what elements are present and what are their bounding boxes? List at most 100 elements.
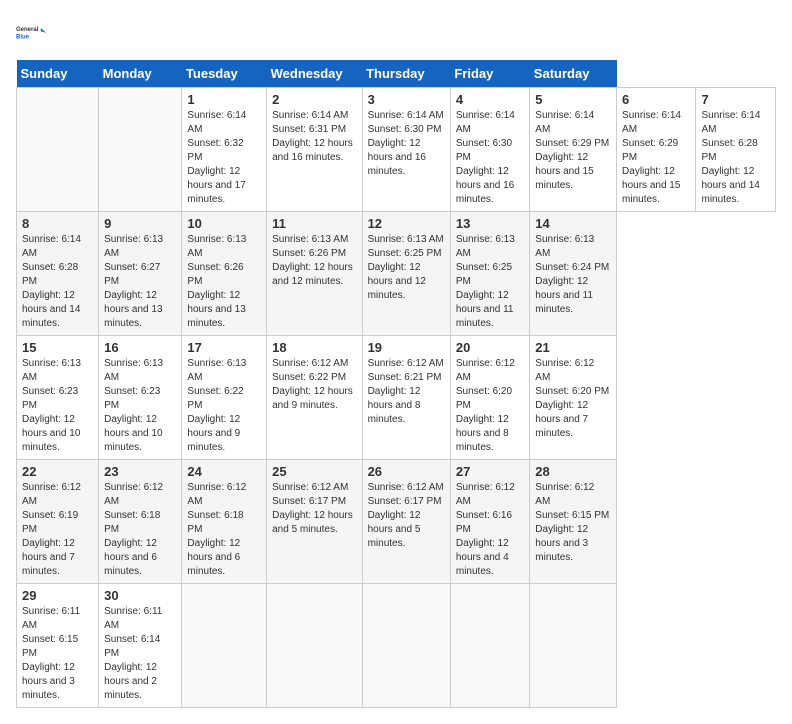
day-info: Sunrise: 6:14 AM Sunset: 6:29 PM Dayligh…: [535, 109, 611, 193]
calendar-cell: [450, 584, 529, 708]
calendar-cell: 26 Sunrise: 6:12 AM Sunset: 6:17 PM Dayl…: [362, 460, 450, 584]
day-info: Sunrise: 6:14 AM Sunset: 6:30 PM Dayligh…: [456, 109, 524, 207]
calendar-cell: 12 Sunrise: 6:13 AM Sunset: 6:25 PM Dayl…: [362, 212, 450, 336]
calendar-cell: [182, 584, 267, 708]
day-info: Sunrise: 6:14 AM Sunset: 6:28 PM Dayligh…: [701, 109, 770, 207]
day-number: 14: [535, 216, 611, 231]
day-info: Sunrise: 6:14 AM Sunset: 6:28 PM Dayligh…: [22, 233, 93, 331]
calendar-cell: 11 Sunrise: 6:13 AM Sunset: 6:26 PM Dayl…: [267, 212, 362, 336]
calendar-cell: 13 Sunrise: 6:13 AM Sunset: 6:25 PM Dayl…: [450, 212, 529, 336]
calendar-cell: 7 Sunrise: 6:14 AM Sunset: 6:28 PM Dayli…: [696, 88, 776, 212]
day-info: Sunrise: 6:12 AM Sunset: 6:15 PM Dayligh…: [535, 481, 611, 565]
day-number: 25: [272, 464, 356, 479]
calendar-cell: 15 Sunrise: 6:13 AM Sunset: 6:23 PM Dayl…: [17, 336, 99, 460]
calendar-cell: 29 Sunrise: 6:11 AM Sunset: 6:15 PM Dayl…: [17, 584, 99, 708]
day-info: Sunrise: 6:12 AM Sunset: 6:21 PM Dayligh…: [368, 357, 445, 427]
day-info: Sunrise: 6:13 AM Sunset: 6:26 PM Dayligh…: [187, 233, 261, 331]
day-info: Sunrise: 6:13 AM Sunset: 6:23 PM Dayligh…: [22, 357, 93, 455]
calendar-week-5: 29 Sunrise: 6:11 AM Sunset: 6:15 PM Dayl…: [17, 584, 776, 708]
day-info: Sunrise: 6:12 AM Sunset: 6:22 PM Dayligh…: [272, 357, 356, 413]
calendar-week-4: 22 Sunrise: 6:12 AM Sunset: 6:19 PM Dayl…: [17, 460, 776, 584]
day-info: Sunrise: 6:11 AM Sunset: 6:14 PM Dayligh…: [104, 605, 176, 703]
calendar-cell: 16 Sunrise: 6:13 AM Sunset: 6:23 PM Dayl…: [99, 336, 182, 460]
day-number: 18: [272, 340, 356, 355]
calendar-cell: 19 Sunrise: 6:12 AM Sunset: 6:21 PM Dayl…: [362, 336, 450, 460]
day-number: 12: [368, 216, 445, 231]
day-number: 3: [368, 92, 445, 107]
day-number: 16: [104, 340, 176, 355]
page-header: GeneralBlue: [16, 16, 776, 48]
day-number: 5: [535, 92, 611, 107]
calendar-cell: 14 Sunrise: 6:13 AM Sunset: 6:24 PM Dayl…: [530, 212, 617, 336]
day-info: Sunrise: 6:12 AM Sunset: 6:20 PM Dayligh…: [456, 357, 524, 455]
calendar-cell: [530, 584, 617, 708]
day-number: 29: [22, 588, 93, 603]
calendar-cell: 10 Sunrise: 6:13 AM Sunset: 6:26 PM Dayl…: [182, 212, 267, 336]
calendar-cell: 17 Sunrise: 6:13 AM Sunset: 6:22 PM Dayl…: [182, 336, 267, 460]
calendar-cell: [267, 584, 362, 708]
calendar-cell: 4 Sunrise: 6:14 AM Sunset: 6:30 PM Dayli…: [450, 88, 529, 212]
day-info: Sunrise: 6:11 AM Sunset: 6:15 PM Dayligh…: [22, 605, 93, 703]
calendar-cell: 24 Sunrise: 6:12 AM Sunset: 6:18 PM Dayl…: [182, 460, 267, 584]
weekday-header-wednesday: Wednesday: [267, 60, 362, 88]
calendar-cell: 27 Sunrise: 6:12 AM Sunset: 6:16 PM Dayl…: [450, 460, 529, 584]
day-number: 10: [187, 216, 261, 231]
calendar-cell: [99, 88, 182, 212]
calendar-cell: 5 Sunrise: 6:14 AM Sunset: 6:29 PM Dayli…: [530, 88, 617, 212]
day-info: Sunrise: 6:12 AM Sunset: 6:17 PM Dayligh…: [272, 481, 356, 537]
day-number: 11: [272, 216, 356, 231]
day-number: 28: [535, 464, 611, 479]
svg-text:Blue: Blue: [16, 34, 30, 40]
day-info: Sunrise: 6:12 AM Sunset: 6:17 PM Dayligh…: [368, 481, 445, 551]
calendar-cell: 18 Sunrise: 6:12 AM Sunset: 6:22 PM Dayl…: [267, 336, 362, 460]
day-number: 17: [187, 340, 261, 355]
day-number: 24: [187, 464, 261, 479]
day-number: 2: [272, 92, 356, 107]
day-info: Sunrise: 6:12 AM Sunset: 6:19 PM Dayligh…: [22, 481, 93, 579]
day-number: 4: [456, 92, 524, 107]
calendar-cell: [362, 584, 450, 708]
calendar-cell: 3 Sunrise: 6:14 AM Sunset: 6:30 PM Dayli…: [362, 88, 450, 212]
day-number: 26: [368, 464, 445, 479]
day-number: 6: [622, 92, 690, 107]
day-info: Sunrise: 6:13 AM Sunset: 6:24 PM Dayligh…: [535, 233, 611, 317]
day-info: Sunrise: 6:12 AM Sunset: 6:20 PM Dayligh…: [535, 357, 611, 441]
calendar-cell: 23 Sunrise: 6:12 AM Sunset: 6:18 PM Dayl…: [99, 460, 182, 584]
weekday-header-tuesday: Tuesday: [182, 60, 267, 88]
day-info: Sunrise: 6:13 AM Sunset: 6:25 PM Dayligh…: [368, 233, 445, 303]
calendar-cell: 30 Sunrise: 6:11 AM Sunset: 6:14 PM Dayl…: [99, 584, 182, 708]
day-info: Sunrise: 6:14 AM Sunset: 6:31 PM Dayligh…: [272, 109, 356, 165]
logo: GeneralBlue: [16, 16, 48, 48]
calendar-cell: 8 Sunrise: 6:14 AM Sunset: 6:28 PM Dayli…: [17, 212, 99, 336]
calendar-week-2: 8 Sunrise: 6:14 AM Sunset: 6:28 PM Dayli…: [17, 212, 776, 336]
day-number: 13: [456, 216, 524, 231]
calendar-cell: 6 Sunrise: 6:14 AM Sunset: 6:29 PM Dayli…: [617, 88, 696, 212]
calendar-cell: [17, 88, 99, 212]
svg-text:General: General: [16, 27, 39, 33]
day-info: Sunrise: 6:14 AM Sunset: 6:29 PM Dayligh…: [622, 109, 690, 207]
day-info: Sunrise: 6:13 AM Sunset: 6:27 PM Dayligh…: [104, 233, 176, 331]
weekday-header-sunday: Sunday: [17, 60, 99, 88]
day-number: 15: [22, 340, 93, 355]
day-number: 7: [701, 92, 770, 107]
day-number: 21: [535, 340, 611, 355]
day-info: Sunrise: 6:13 AM Sunset: 6:25 PM Dayligh…: [456, 233, 524, 331]
day-number: 22: [22, 464, 93, 479]
calendar-cell: 20 Sunrise: 6:12 AM Sunset: 6:20 PM Dayl…: [450, 336, 529, 460]
day-info: Sunrise: 6:14 AM Sunset: 6:32 PM Dayligh…: [187, 109, 261, 207]
day-number: 19: [368, 340, 445, 355]
day-info: Sunrise: 6:13 AM Sunset: 6:22 PM Dayligh…: [187, 357, 261, 455]
day-number: 8: [22, 216, 93, 231]
weekday-header-monday: Monday: [99, 60, 182, 88]
day-number: 1: [187, 92, 261, 107]
day-number: 30: [104, 588, 176, 603]
weekday-header-friday: Friday: [450, 60, 529, 88]
calendar-cell: 2 Sunrise: 6:14 AM Sunset: 6:31 PM Dayli…: [267, 88, 362, 212]
calendar-cell: 1 Sunrise: 6:14 AM Sunset: 6:32 PM Dayli…: [182, 88, 267, 212]
day-info: Sunrise: 6:12 AM Sunset: 6:16 PM Dayligh…: [456, 481, 524, 579]
day-info: Sunrise: 6:13 AM Sunset: 6:23 PM Dayligh…: [104, 357, 176, 455]
day-info: Sunrise: 6:14 AM Sunset: 6:30 PM Dayligh…: [368, 109, 445, 179]
day-number: 23: [104, 464, 176, 479]
day-info: Sunrise: 6:12 AM Sunset: 6:18 PM Dayligh…: [187, 481, 261, 579]
day-info: Sunrise: 6:13 AM Sunset: 6:26 PM Dayligh…: [272, 233, 356, 289]
